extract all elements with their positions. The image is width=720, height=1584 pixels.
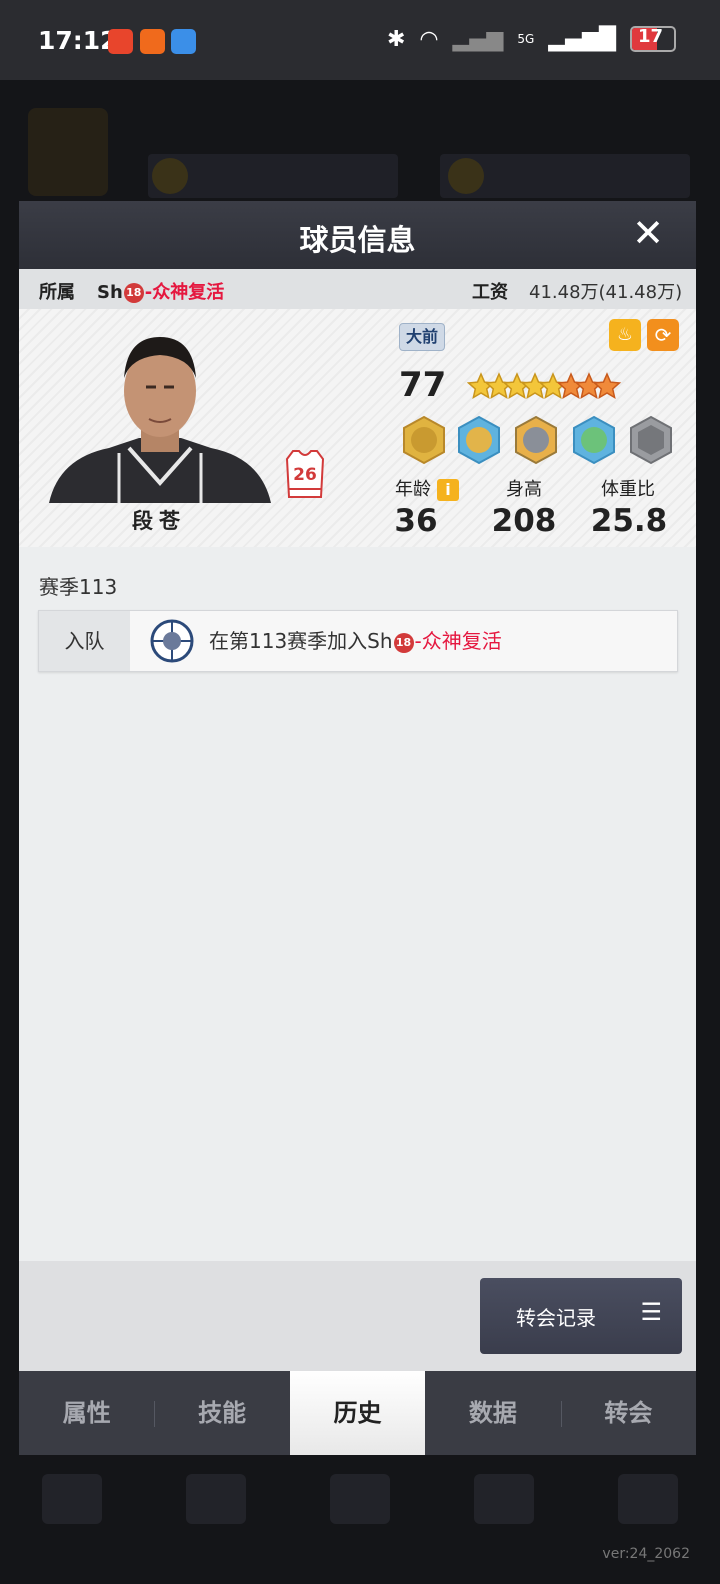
age-label: 年龄 i [387, 475, 467, 501]
battery-icon: 17 [630, 26, 676, 52]
team-name: Sh 18 -众神复活 [97, 282, 225, 303]
player-rating: 77 [399, 365, 447, 405]
refresh-button[interactable]: ⟳ [647, 319, 679, 351]
height-value: 208 [491, 503, 557, 539]
signal-icon: ▂▄▆ [452, 26, 504, 52]
coin-icon [152, 158, 188, 194]
medal-gold-icon [403, 415, 445, 465]
medal-locked-icon [630, 415, 672, 465]
fire-button[interactable]: ♨ [609, 319, 641, 351]
status-time: 17:12 [38, 26, 118, 55]
tab-skills[interactable]: 技能 [154, 1371, 289, 1455]
network-type: 5G [517, 32, 535, 46]
battery-level: 17 [638, 26, 664, 47]
medal-green-icon [573, 415, 615, 465]
salary-label: 工资 [472, 282, 508, 303]
close-icon: ✕ [632, 211, 664, 255]
transfer-record-button[interactable]: 转会记录 ☰ [480, 1278, 682, 1354]
menu-icon: ☰ [640, 1298, 662, 1326]
player-info-modal: 球员信息 ✕ 所属 Sh 18 -众神复活 工资 41.48万(41.48万) 段苍 [19, 201, 696, 1455]
player-portrait [49, 337, 271, 503]
info-icon[interactable]: i [437, 479, 459, 501]
diamond-icon [448, 158, 484, 194]
weight-ratio-value: 25.8 [590, 503, 668, 539]
salary-value: 41.48万(41.48万) [529, 282, 683, 303]
season-label: 赛季113 [39, 575, 118, 599]
transfer-record-label: 转会记录 [516, 1306, 596, 1330]
tab-transfer[interactable]: 转会 [560, 1371, 696, 1455]
tab-history[interactable]: 历史 [289, 1371, 426, 1455]
team-badge-icon: 18 [393, 632, 414, 653]
history-type: 入队 [39, 611, 130, 671]
position-badge: 大前 [399, 323, 446, 351]
background-bottom-nav [0, 1464, 720, 1544]
close-button[interactable]: ✕ [628, 213, 668, 253]
weight-ratio-label: 体重比 [601, 479, 655, 500]
team-badge-icon: 18 [123, 283, 144, 303]
age-value: 36 [394, 503, 438, 539]
weather-app-icon [171, 29, 196, 54]
medal-blue-icon [458, 415, 500, 465]
star-icon [592, 372, 622, 400]
affiliation-bar: 所属 Sh 18 -众神复活 工资 41.48万(41.48万) [19, 269, 696, 309]
video-app-icon [108, 29, 133, 54]
team-logo-icon [150, 619, 194, 663]
history-row: 入队 在第113赛季加入Sh 18 -众神复活 [38, 610, 678, 672]
history-text: 在第113赛季加入Sh 18 -众神复活 [209, 629, 502, 653]
modal-header: 球员信息 ✕ [19, 201, 696, 269]
team-emblem-background [28, 108, 108, 196]
player-name: 段苍 [132, 509, 186, 533]
bluetooth-icon: ✱ [386, 26, 406, 52]
player-card: 段苍 26 大前 ♨ ⟳ 77 年龄 i 身高 体重比 36 208 25.8 [19, 309, 696, 547]
refresh-icon: ⟳ [654, 323, 672, 347]
jersey-number: 26 [293, 465, 317, 485]
tab-attributes[interactable]: 属性 [19, 1371, 154, 1455]
wifi-icon: ◠ [419, 26, 439, 52]
fire-icon: ♨ [616, 324, 634, 345]
star-rating [467, 372, 622, 400]
medal-silver-icon [515, 415, 557, 465]
signal-5g-icon: ▂▄▆█ [548, 26, 616, 52]
tab-stats[interactable]: 数据 [425, 1371, 560, 1455]
height-label: 身高 [506, 479, 542, 500]
tab-bar: 属性 技能 历史 数据 转会 [19, 1371, 696, 1455]
modal-title: 球员信息 [299, 223, 416, 257]
shopping-app-icon [140, 29, 165, 54]
version-label: ver:24_2062 [602, 1546, 690, 1562]
affiliation-label: 所属 [39, 282, 75, 303]
status-bar: 17:12 ✱ ◠ ▂▄▆ 5G ▂▄▆█ 17 [0, 0, 720, 80]
